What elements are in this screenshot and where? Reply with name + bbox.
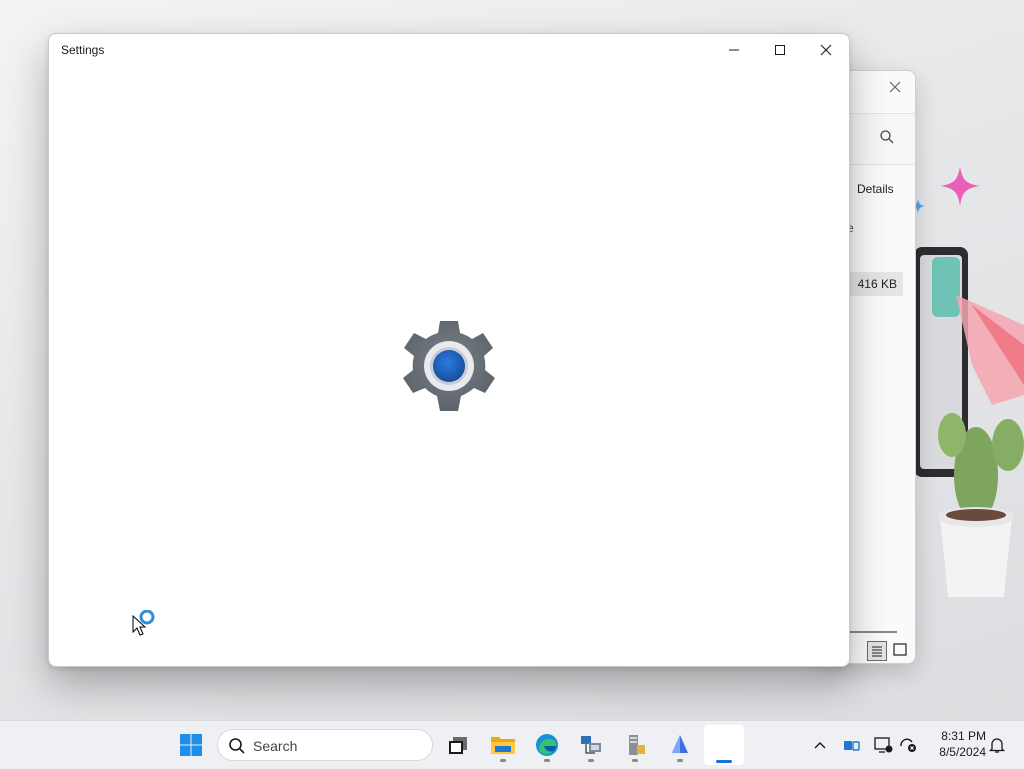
server-app-button[interactable] xyxy=(615,725,655,765)
maximize-button[interactable] xyxy=(757,34,803,66)
sync-status-button[interactable] xyxy=(898,735,918,755)
settings-icon xyxy=(714,735,734,755)
large-icons-view-icon xyxy=(893,643,907,656)
running-indicator xyxy=(500,759,506,762)
task-view-button[interactable] xyxy=(438,725,478,765)
settings-gear-icon xyxy=(403,321,495,411)
folder-icon xyxy=(491,737,515,754)
network-app-button[interactable] xyxy=(571,725,611,765)
minimize-icon xyxy=(729,49,739,51)
large-icons-view-button[interactable] xyxy=(891,641,911,661)
notification-icon xyxy=(988,738,1006,753)
taskbar: Search 8:31 PM 8/5/2024 xyxy=(0,720,1024,769)
window-title: Settings xyxy=(61,43,105,57)
settings-window[interactable]: Settings xyxy=(48,33,850,667)
sparkle-icon xyxy=(940,166,980,206)
maximize-icon xyxy=(775,45,785,55)
running-indicator xyxy=(632,759,638,762)
task-view-icon xyxy=(449,737,467,754)
running-indicator xyxy=(677,759,683,762)
busy-cursor-icon xyxy=(132,610,155,636)
sail-icon xyxy=(672,735,688,753)
network-computer-icon xyxy=(581,736,601,754)
bluetooth-devices-button[interactable] xyxy=(842,735,862,755)
close-icon xyxy=(889,81,901,93)
clock[interactable]: 8:31 PM 8/5/2024 xyxy=(924,728,986,760)
close-icon xyxy=(820,44,832,56)
search-icon xyxy=(229,738,245,754)
sync-error-icon xyxy=(900,738,916,752)
server-icon xyxy=(629,735,645,755)
bluetooth-devices-icon xyxy=(844,741,860,751)
background-close-button[interactable] xyxy=(889,77,901,98)
edge-button[interactable] xyxy=(527,725,567,765)
running-indicator xyxy=(588,759,594,762)
file-size-cell[interactable]: 416 KB xyxy=(849,272,903,296)
network-status-button[interactable] xyxy=(873,735,893,755)
file-explorer-button[interactable] xyxy=(483,725,523,765)
active-indicator xyxy=(716,760,732,763)
chevron-up-icon xyxy=(814,742,826,749)
running-indicator xyxy=(544,759,550,762)
minimize-button[interactable] xyxy=(711,34,757,66)
horizontal-scrollbar[interactable] xyxy=(849,631,897,633)
search-placeholder: Search xyxy=(253,738,298,754)
wallpaper-illustration xyxy=(914,247,1024,597)
settings-taskbar-button[interactable] xyxy=(704,725,744,765)
search-icon[interactable] xyxy=(879,129,895,145)
clock-time: 8:31 PM xyxy=(941,729,986,743)
taskbar-search-box[interactable]: Search xyxy=(217,729,433,761)
details-view-button[interactable] xyxy=(867,641,887,661)
edge-icon xyxy=(536,734,558,756)
notification-center-button[interactable] xyxy=(987,735,1007,755)
start-button[interactable] xyxy=(171,725,211,765)
clock-date: 8/5/2024 xyxy=(939,745,986,759)
details-view-icon xyxy=(872,646,882,657)
show-hidden-icons-button[interactable] xyxy=(810,735,830,755)
network-monitor-icon xyxy=(874,737,893,753)
title-bar[interactable]: Settings xyxy=(49,34,849,66)
close-button[interactable] xyxy=(803,34,849,66)
details-pane-button[interactable]: Details xyxy=(857,182,894,196)
windows-logo-icon xyxy=(180,734,202,756)
sail-app-button[interactable] xyxy=(660,725,700,765)
